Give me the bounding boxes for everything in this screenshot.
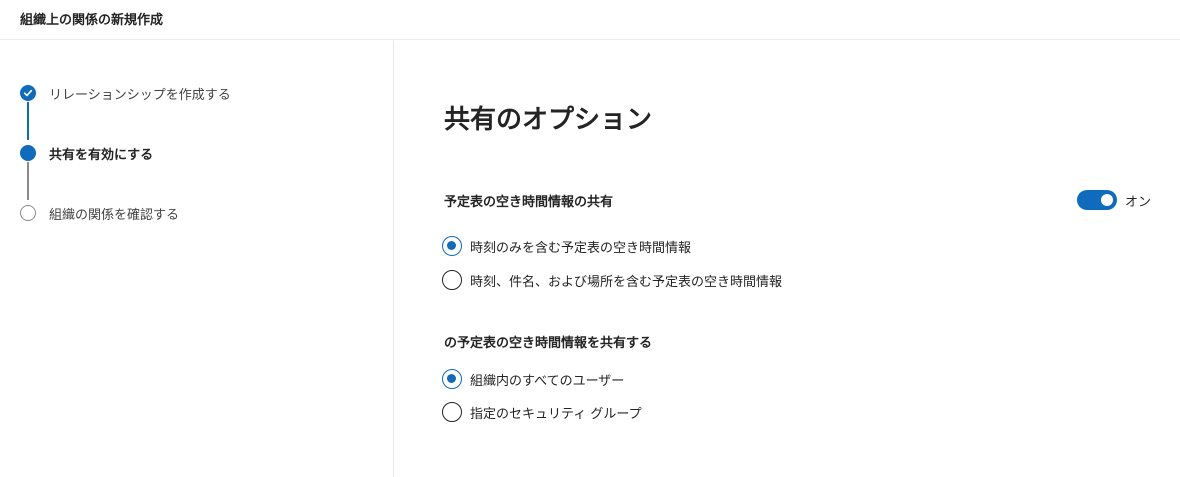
calendar-sharing-heading: 予定表の空き時間情報の共有 xyxy=(444,195,614,210)
calendar-sharing-toggle[interactable]: オン xyxy=(1077,190,1151,210)
step-connector-pending xyxy=(27,162,29,200)
radio-unselected-icon[interactable] xyxy=(442,270,462,290)
panel-title: 組織上の関係の新規作成 xyxy=(20,13,164,28)
share-with-heading: の予定表の空き時間情報を共有する xyxy=(444,336,653,351)
step-connector-completed xyxy=(27,102,29,140)
radio-free-busy-time-only[interactable]: 時刻のみを含む予定表の空き時間情報 xyxy=(442,235,691,257)
toggle-switch[interactable] xyxy=(1077,190,1117,210)
step-enable-sharing[interactable]: 共有を有効にする xyxy=(20,144,154,163)
radio-label: 時刻、件名、および場所を含む予定表の空き時間情報 xyxy=(470,274,783,290)
page-title: 共有のオプション xyxy=(444,105,653,135)
step-create-relationship[interactable]: リレーションシップを作成する xyxy=(20,84,231,103)
step-label: 組織の関係を確認する xyxy=(49,207,180,223)
toggle-state-label: オン xyxy=(1125,194,1152,210)
step-review-relationship[interactable]: 組織の関係を確認する xyxy=(20,204,180,223)
step-label: 共有を有効にする xyxy=(49,147,154,163)
panel-header: 組織上の関係の新規作成 xyxy=(0,0,1180,40)
step-label: リレーションシップを作成する xyxy=(49,87,231,103)
toggle-knob xyxy=(1101,194,1113,206)
pending-step-circle-icon xyxy=(20,205,36,221)
radio-label: 指定のセキュリティ グループ xyxy=(470,406,642,422)
current-step-dot-icon xyxy=(20,145,36,161)
checkmark-icon xyxy=(20,85,36,101)
radio-free-busy-with-details[interactable]: 時刻、件名、および場所を含む予定表の空き時間情報 xyxy=(442,269,782,291)
radio-security-group[interactable]: 指定のセキュリティ グループ xyxy=(442,401,642,423)
radio-selected-icon[interactable] xyxy=(442,236,462,256)
radio-label: 組織内のすべてのユーザー xyxy=(470,373,625,389)
radio-selected-icon[interactable] xyxy=(442,369,462,389)
radio-label: 時刻のみを含む予定表の空き時間情報 xyxy=(470,240,692,256)
radio-unselected-icon[interactable] xyxy=(442,402,462,422)
wizard-steps-panel: リレーションシップを作成する 共有を有効にする 組織の関係を確認する xyxy=(0,41,394,477)
radio-all-users[interactable]: 組織内のすべてのユーザー xyxy=(442,368,624,390)
main-content: 共有のオプション 予定表の空き時間情報の共有 オン 時刻のみを含む予定表の空き時… xyxy=(395,41,1180,477)
